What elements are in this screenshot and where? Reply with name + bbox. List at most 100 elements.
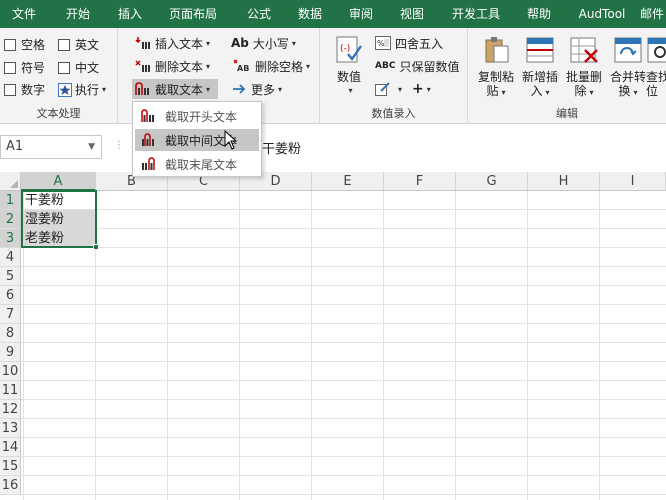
text-processing-group: 空格 英文 符号 中文 数字 执行 ▾ 文本处理 <box>0 28 118 124</box>
row-header-12[interactable]: 12 <box>0 400 21 419</box>
fill-handle[interactable] <box>93 244 99 250</box>
more-button[interactable]: 更多 ▾ <box>228 79 285 99</box>
clipboard-icon <box>485 37 509 63</box>
row-header-3[interactable]: 3 <box>0 229 21 248</box>
name-box[interactable]: A1 ▼ <box>0 135 102 159</box>
extract-text-button[interactable]: 截取文本 ▾ <box>132 79 218 99</box>
find-icon <box>647 37 666 63</box>
checkbox-symbol[interactable]: 符号 <box>4 59 45 76</box>
delete-spaces-icon: AB <box>233 59 249 73</box>
find-locate-button[interactable]: 查找 位 <box>646 36 666 98</box>
abc-icon: ABC <box>375 61 396 71</box>
chevron-down-icon: ▾ <box>398 84 403 94</box>
chevron-down-icon: ▾ <box>633 88 638 97</box>
numeric-entry-label: 数值录入 <box>371 107 416 120</box>
row-header-11[interactable]: 11 <box>0 381 21 400</box>
menu-item-extract-end[interactable]: 截取末尾文本 <box>135 153 259 175</box>
numeric-icon: (-) <box>336 36 362 63</box>
chevron-down-icon: ▾ <box>348 86 353 95</box>
arrow-right-icon <box>233 84 246 94</box>
ribbon: 空格 英文 符号 中文 数字 执行 ▾ 文本处理 插入文本 ▾ 删除文本 ▾ 截取文本… <box>0 28 666 124</box>
column-header-i[interactable]: I <box>600 172 666 191</box>
svg-text:AB: AB <box>237 64 249 73</box>
delete-text-button[interactable]: 删除文本 ▾ <box>132 56 213 76</box>
menu-item-extract-middle[interactable]: 截取中间文本 <box>135 129 259 151</box>
tab-help[interactable]: 帮助 <box>514 0 564 28</box>
checkbox-number[interactable]: 数字 <box>4 81 45 98</box>
worksheet-grid[interactable] <box>21 191 666 500</box>
insert-text-button[interactable]: 插入文本 ▾ <box>132 33 213 53</box>
tab-view[interactable]: 视图 <box>386 0 438 28</box>
row-header-5[interactable]: 5 <box>0 267 21 286</box>
tab-insert[interactable]: 插入 <box>108 0 152 28</box>
column-header-e[interactable]: E <box>312 172 384 191</box>
copy-paste-button[interactable]: 复制粘 贴 ▾ <box>474 36 518 100</box>
tab-page-layout[interactable]: 页面布局 <box>152 0 234 28</box>
checkbox-space[interactable]: 空格 <box>4 36 45 53</box>
ribbon-tab-bar: 文件 开始 插入 页面布局 公式 数据 审阅 视图 开发工具 帮助 AudToo… <box>0 0 666 28</box>
delete-spaces-button[interactable]: AB 删除空格 ▾ <box>228 56 313 76</box>
row-header-2[interactable]: 2 <box>0 210 21 229</box>
insert-new-button[interactable]: 新增插 入 ▾ <box>518 36 562 100</box>
chevron-down-icon: ▼ <box>88 142 95 152</box>
row-header-4[interactable]: 4 <box>0 248 21 267</box>
chevron-down-icon: ▾ <box>278 84 283 94</box>
extract-middle-icon <box>142 133 154 146</box>
row-header-1[interactable]: 1 <box>0 191 21 210</box>
tab-file[interactable]: 文件 <box>0 0 48 28</box>
keep-numeric-button[interactable]: ABC 只保留数值 <box>372 56 462 76</box>
numeric-tools-button[interactable]: ▾ + ▾ <box>372 79 434 99</box>
column-header-a[interactable]: A <box>21 172 96 191</box>
extract-text-menu: 截取开头文本 截取中间文本 截取末尾文本 <box>132 101 262 177</box>
batch-delete-button[interactable]: 批量删 除 ▾ <box>562 36 606 100</box>
checkbox-chinese[interactable]: 中文 <box>58 59 99 76</box>
case-button[interactable]: Ab 大小写 ▾ <box>228 33 299 53</box>
tab-formulas[interactable]: 公式 <box>234 0 284 28</box>
tab-developer[interactable]: 开发工具 <box>438 0 514 28</box>
row-header-14[interactable]: 14 <box>0 438 21 457</box>
chevron-down-icon: ▾ <box>206 61 211 71</box>
row-header-7[interactable]: 7 <box>0 305 21 324</box>
row-header-10[interactable]: 10 <box>0 362 21 381</box>
extract-start-icon <box>141 109 154 122</box>
extract-end-icon <box>142 157 155 170</box>
chevron-down-icon: ▾ <box>306 61 311 71</box>
formula-content[interactable]: 干姜粉 <box>262 138 301 157</box>
numeric-button[interactable]: (-) 数值 ▾ <box>332 36 366 98</box>
menu-item-extract-start[interactable]: 截取开头文本 <box>135 105 259 127</box>
insert-rows-icon <box>526 37 554 63</box>
row-header-8[interactable]: 8 <box>0 324 21 343</box>
chevron-down-icon: ▾ <box>206 38 211 48</box>
text-processing-label: 文本处理 <box>36 107 81 120</box>
row-header-6[interactable]: 6 <box>0 286 21 305</box>
chevron-down-icon: ▾ <box>426 84 431 94</box>
chevron-down-icon: ▾ <box>102 85 107 94</box>
chevron-down-icon: ▾ <box>206 84 211 94</box>
row-header-16[interactable]: 16 <box>0 476 21 495</box>
row-header-13[interactable]: 13 <box>0 419 21 438</box>
tab-data[interactable]: 数据 <box>284 0 336 28</box>
chevron-down-icon: ▾ <box>501 88 506 97</box>
execute-button[interactable]: 执行 ▾ <box>58 81 106 98</box>
row-header-9[interactable]: 9 <box>0 343 21 362</box>
column-header-f[interactable]: F <box>384 172 456 191</box>
tab-audtool[interactable]: AudTool <box>564 0 640 28</box>
tab-mail[interactable]: 邮件 <box>640 0 666 28</box>
edit-icon <box>375 82 390 96</box>
tab-review[interactable]: 审阅 <box>336 0 386 28</box>
delete-text-icon <box>135 60 150 72</box>
round-button[interactable]: % 四舍五入 <box>372 33 446 53</box>
merge-convert-button[interactable]: 合并转 换 ▾ <box>606 36 650 100</box>
column-header-h[interactable]: H <box>528 172 600 191</box>
merge-convert-icon <box>614 37 642 63</box>
tab-home[interactable]: 开始 <box>48 0 108 28</box>
column-header-g[interactable]: G <box>456 172 528 191</box>
select-all-corner[interactable] <box>0 172 21 191</box>
execute-icon <box>58 82 72 97</box>
plus-icon[interactable]: + <box>412 81 424 97</box>
row-header-15[interactable]: 15 <box>0 457 21 476</box>
case-icon: Ab <box>231 36 249 50</box>
mouse-cursor-icon <box>224 130 238 150</box>
insert-text-icon <box>135 37 150 49</box>
checkbox-english[interactable]: 英文 <box>58 36 99 53</box>
